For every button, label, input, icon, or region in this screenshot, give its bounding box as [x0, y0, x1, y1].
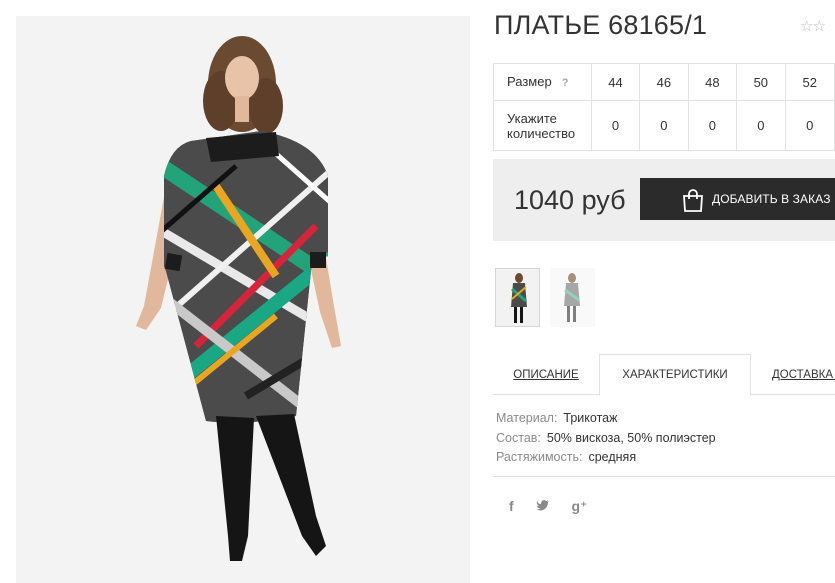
- char-value: средняя: [588, 450, 637, 464]
- social-share: f g⁺: [509, 498, 605, 515]
- quantity-label: Укажите количество: [493, 100, 592, 151]
- char-key: Состав:: [496, 430, 541, 445]
- product-title: ПЛАТЬЕ 68165/1: [494, 10, 708, 40]
- char-row-material: Материал: Трикотаж: [496, 409, 716, 429]
- twitter-icon[interactable]: [536, 498, 550, 514]
- qty-input-46[interactable]: 0: [639, 100, 689, 151]
- facebook-icon[interactable]: f: [509, 498, 514, 514]
- qty-input-52[interactable]: 0: [784, 100, 835, 151]
- dress-model-image: [16, 16, 470, 583]
- tab-delivery[interactable]: ДОСТАВКА И: [751, 354, 835, 395]
- qty-input-44[interactable]: 0: [590, 100, 641, 151]
- characteristics-list: Материал: Трикотаж Состав: 50% вискоза, 50…: [496, 409, 716, 468]
- tab-description[interactable]: ОПИСАНИЕ: [493, 354, 599, 395]
- shopping-bag-icon: [683, 189, 703, 212]
- size-label: Размер: [507, 73, 552, 89]
- price-box: 1040 руб ДОБАВИТЬ В ЗАКАЗ: [493, 159, 835, 241]
- size-row: Размер? 44 46 48 50 52: [493, 63, 835, 101]
- char-key: Материал:: [496, 411, 558, 425]
- thumbnail-image: [496, 269, 539, 326]
- qty-input-50[interactable]: 0: [736, 100, 786, 151]
- google-plus-icon[interactable]: g⁺: [571, 498, 587, 515]
- size-help-icon[interactable]: ?: [562, 77, 569, 89]
- add-to-order-label: ДОБАВИТЬ В ЗАКАЗ: [712, 192, 831, 206]
- char-value: Трикотаж: [563, 411, 618, 425]
- size-44: 44: [590, 63, 641, 101]
- quantity-row: Укажите количество 0 0 0 0 0: [493, 100, 835, 151]
- size-52: 52: [784, 63, 835, 101]
- price-value: 1040 руб: [514, 185, 626, 215]
- thumbnail-2[interactable]: [550, 268, 595, 327]
- char-value: 50% вискоза, 50% полиэстер: [546, 430, 716, 445]
- rating-stars-icon[interactable]: ☆☆: [800, 17, 826, 35]
- qty-input-48[interactable]: 0: [687, 100, 738, 151]
- thumbnail-1[interactable]: [495, 268, 540, 327]
- thumbnail-image: [550, 268, 595, 327]
- size-label-cell: Размер?: [493, 63, 592, 101]
- size-48: 48: [687, 63, 738, 101]
- tab-characteristics[interactable]: ХАРАКТЕРИСТИКИ: [599, 354, 751, 396]
- divider: [493, 476, 835, 477]
- size-46: 46: [639, 63, 689, 101]
- char-row-stretch: Растяжимость: средняя: [496, 448, 716, 468]
- add-to-order-button[interactable]: ДОБАВИТЬ В ЗАКАЗ: [640, 178, 835, 220]
- size-table: Размер? 44 46 48 50 52 Укажите количеств…: [493, 63, 835, 151]
- product-photo[interactable]: [16, 16, 470, 583]
- product-tabs: ОПИСАНИЕ ХАРАКТЕРИСТИКИ ДОСТАВКА И: [493, 354, 835, 396]
- char-row-composition: Состав: 50% вискоза, 50% полиэстер: [496, 429, 716, 449]
- char-key: Растяжимость:: [496, 450, 583, 464]
- size-50: 50: [736, 63, 786, 101]
